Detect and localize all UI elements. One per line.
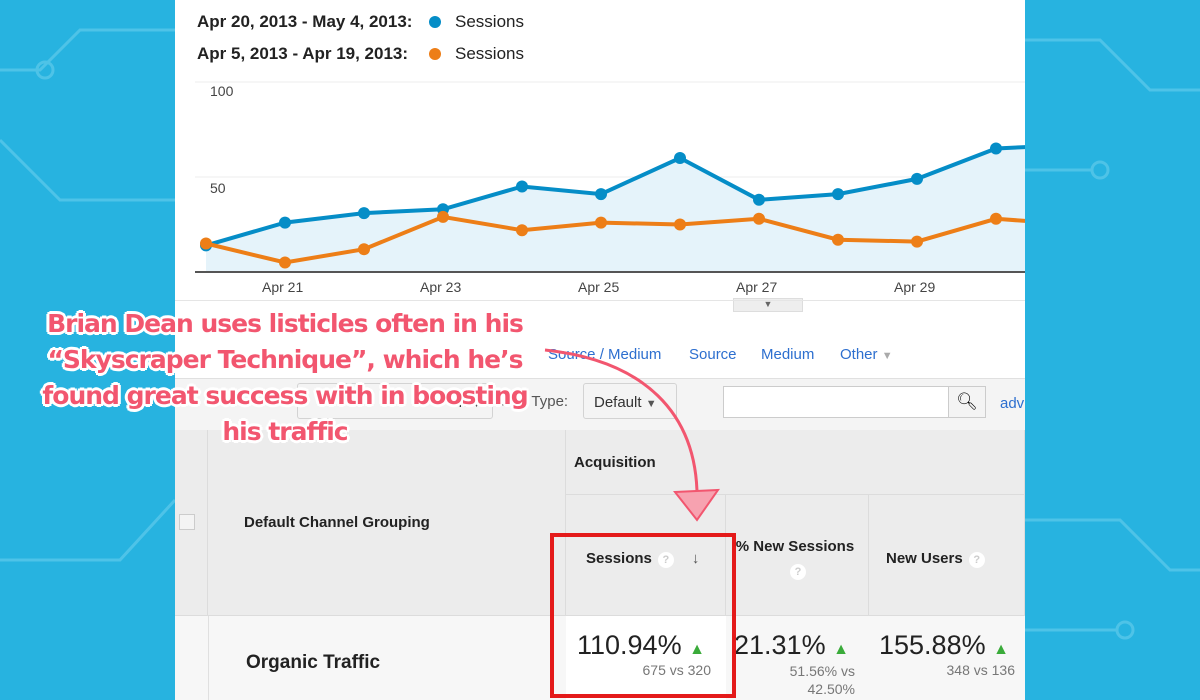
arrowhead-icon bbox=[673, 488, 720, 522]
annotation-text: Brian Dean uses listicles often in his “… bbox=[42, 309, 528, 446]
